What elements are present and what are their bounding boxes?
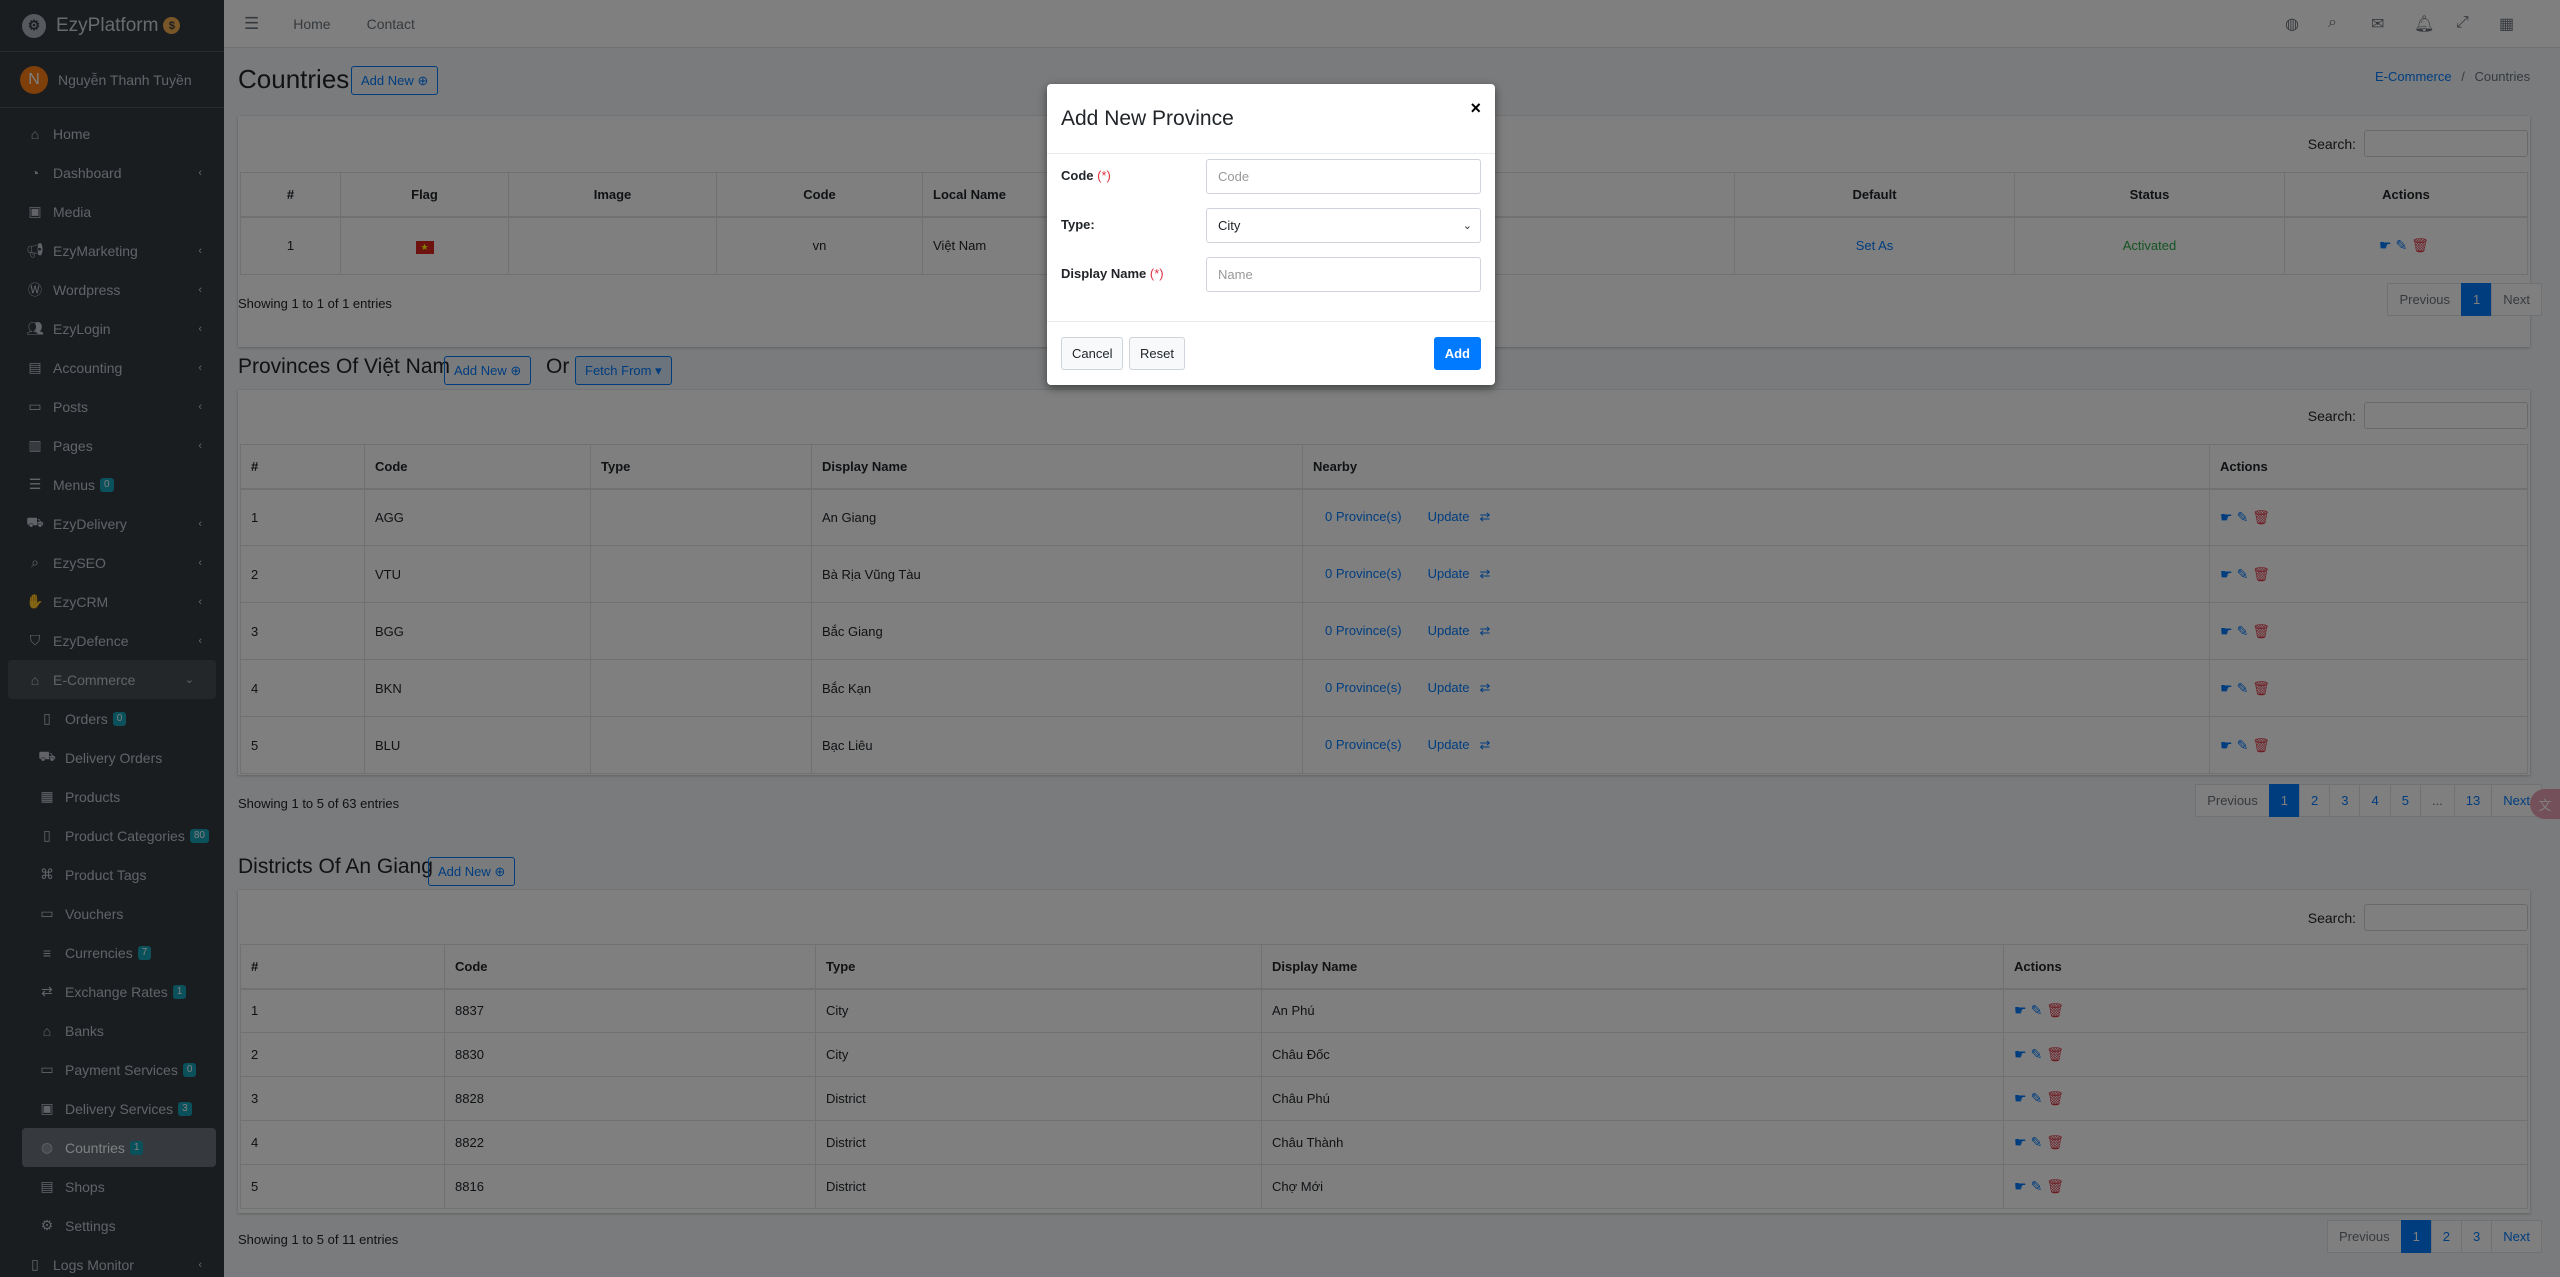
cancel-button[interactable]: Cancel xyxy=(1061,337,1124,370)
modal-title: Add New Province xyxy=(1061,106,1234,130)
type-select-value: City xyxy=(1218,218,1241,233)
modal-footer: Cancel Reset Add xyxy=(1047,321,1495,385)
display-name-input[interactable]: Name xyxy=(1206,257,1481,292)
add-province-modal: Add New Province × Code (*) Code Type: C… xyxy=(1047,84,1495,385)
code-input[interactable]: Code xyxy=(1206,159,1481,194)
add-button[interactable]: Add xyxy=(1433,337,1481,370)
required-mark: (*) xyxy=(1149,266,1164,281)
code-label: Code (*) xyxy=(1061,168,1111,183)
code-label-text: Code xyxy=(1061,168,1094,183)
reset-button[interactable]: Reset xyxy=(1129,337,1185,370)
display-name-label: Display Name (*) xyxy=(1061,266,1164,281)
type-select[interactable]: City ⌄ xyxy=(1206,208,1481,243)
modal-header: Add New Province × xyxy=(1047,84,1495,154)
display-name-label-text: Display Name xyxy=(1061,266,1147,281)
required-mark: (*) xyxy=(1097,168,1111,183)
type-label: Type: xyxy=(1061,217,1095,232)
chevron-down-icon: ⌄ xyxy=(1462,220,1472,232)
close-icon[interactable]: × xyxy=(1470,98,1481,119)
